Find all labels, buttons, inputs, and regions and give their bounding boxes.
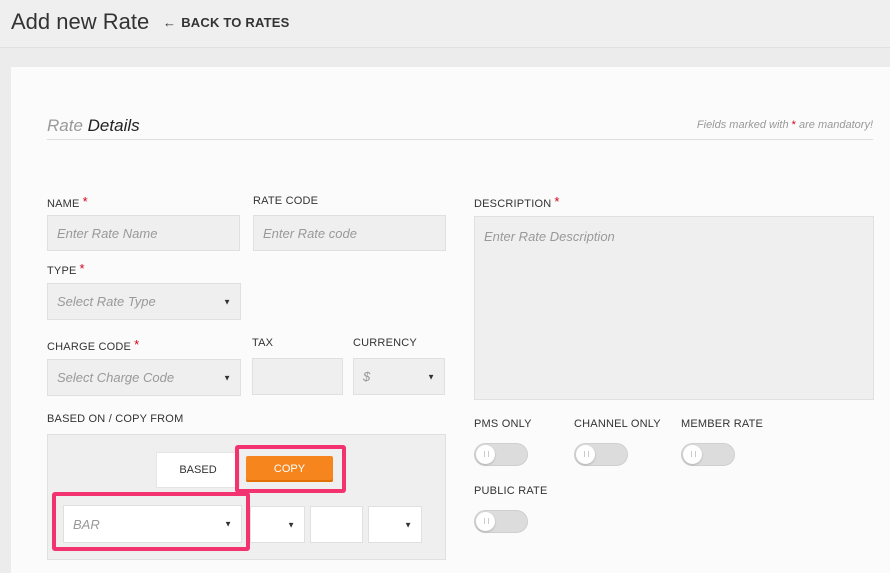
rate-type-select[interactable]: Select Rate Type ▼ <box>47 283 241 320</box>
charge-code-label: CHARGE CODE * <box>47 337 140 353</box>
currency-select[interactable]: $ ▼ <box>353 358 445 395</box>
amount-input[interactable] <box>310 506 363 543</box>
amount-type-select[interactable]: ▼ <box>368 506 422 543</box>
caret-down-icon: ▼ <box>427 372 435 381</box>
based-button[interactable]: BASED <box>156 452 240 488</box>
name-label: NAME * <box>47 194 88 210</box>
section-divider <box>47 139 873 140</box>
type-label: TYPE * <box>47 261 85 277</box>
pms-only-label: PMS ONLY <box>474 418 532 430</box>
caret-down-icon: ▼ <box>224 519 232 529</box>
mandatory-note: Fields marked with * are mandatory! <box>696 119 873 131</box>
rate-name-input[interactable]: Enter Rate Name <box>47 215 240 251</box>
public-rate-label: PUBLIC RATE <box>474 485 548 497</box>
rate-description-textarea[interactable]: Enter Rate Description <box>474 216 874 400</box>
member-rate-toggle[interactable] <box>681 443 735 466</box>
tax-input[interactable] <box>252 358 343 395</box>
channel-only-label: CHANNEL ONLY <box>574 418 661 430</box>
copy-button[interactable]: COPY <box>246 456 333 482</box>
page-header: Add new Rate ← BACK TO RATES <box>0 0 890 48</box>
rate-select[interactable]: BAR ▼ <box>63 505 242 543</box>
caret-down-icon: ▼ <box>287 520 295 529</box>
pms-only-toggle[interactable] <box>474 443 528 466</box>
toggle-knob <box>683 445 702 464</box>
channel-only-toggle[interactable] <box>574 443 628 466</box>
page-title: Add new Rate <box>11 9 150 34</box>
section-title: Rate Details <box>47 116 140 135</box>
member-rate-label: MEMBER RATE <box>681 418 764 430</box>
back-to-rates-label: BACK TO RATES <box>181 15 290 30</box>
currency-label: CURRENCY <box>353 337 417 349</box>
rate-code-input[interactable]: Enter Rate code <box>253 215 446 251</box>
arrow-left-icon: ← <box>163 15 177 30</box>
back-to-rates-link[interactable]: ← BACK TO RATES <box>163 15 290 30</box>
description-label: DESCRIPTION * <box>474 194 560 210</box>
charge-code-select[interactable]: Select Charge Code ▼ <box>47 359 241 396</box>
toggle-knob <box>476 445 495 464</box>
tax-label: TAX <box>252 337 274 349</box>
caret-down-icon: ▼ <box>223 373 231 382</box>
caret-down-icon: ▼ <box>404 520 412 529</box>
toggle-knob <box>476 512 495 531</box>
public-rate-toggle[interactable] <box>474 510 528 533</box>
caret-down-icon: ▼ <box>223 297 231 306</box>
rate-code-label: RATE CODE <box>253 195 319 207</box>
adjustment-select[interactable]: ▼ <box>250 506 305 543</box>
toggle-knob <box>576 445 595 464</box>
based-on-label: BASED ON / COPY FROM <box>47 413 184 425</box>
